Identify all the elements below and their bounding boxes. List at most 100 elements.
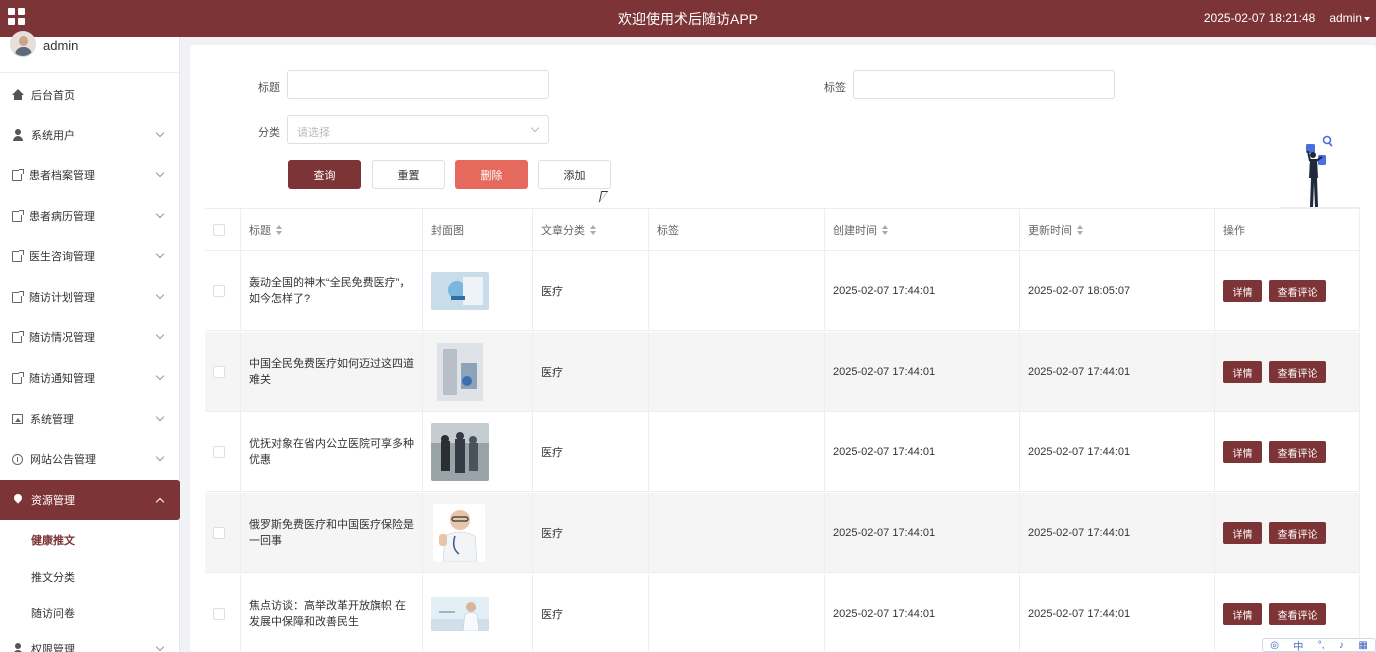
category-select[interactable]: 请选择	[287, 115, 549, 144]
sidebar-item-permissions[interactable]: 权限管理	[0, 629, 180, 652]
ime-punctuation-icon: °,	[1317, 639, 1325, 651]
tag-filter-label: 标签	[824, 82, 846, 94]
row-checkbox[interactable]	[213, 527, 225, 539]
tag-filter-input[interactable]	[853, 70, 1115, 99]
row-actions: 详情 查看评论	[1215, 412, 1360, 492]
chevron-down-icon	[155, 412, 165, 422]
column-header-created[interactable]: 创建时间	[825, 209, 1020, 251]
row-cover-cell	[423, 412, 533, 492]
row-actions: 详情 查看评论	[1215, 332, 1360, 412]
sidebar-subitem-article-categories[interactable]: 推文分类	[31, 569, 75, 585]
sidebar-item-system-manage[interactable]: 系统管理	[0, 399, 180, 439]
app-title: 欢迎使用术后随访APP	[617, 11, 758, 27]
sidebar-subitem-health-articles[interactable]: 健康推文	[31, 532, 75, 548]
select-all-checkbox[interactable]	[213, 224, 225, 236]
row-cover-cell	[423, 251, 533, 331]
row-checkbox[interactable]	[213, 366, 225, 378]
sidebar-user: admin	[0, 31, 179, 73]
sort-icon	[1077, 225, 1083, 235]
add-button[interactable]: 添加	[538, 160, 611, 189]
document-icon	[12, 371, 24, 384]
row-title: 优抚对象在省内公立医院可享多种优惠	[241, 412, 423, 492]
cover-image	[433, 504, 485, 562]
detail-button[interactable]: 详情	[1223, 441, 1262, 463]
view-comments-button[interactable]: 查看评论	[1269, 522, 1326, 544]
row-select-cell	[205, 574, 241, 652]
detail-button[interactable]: 详情	[1223, 522, 1262, 544]
top-bar: 欢迎使用术后随访APP 2025-02-07 18:21:48 admin	[0, 0, 1376, 37]
view-comments-button[interactable]: 查看评论	[1269, 280, 1326, 302]
sidebar-item-label: 患者病历管理	[29, 211, 95, 223]
row-title: 轰动全国的神木“全民免费医疗”，如今怎样了?	[241, 251, 423, 331]
detail-button[interactable]: 详情	[1223, 280, 1262, 302]
row-created: 2025-02-07 17:44:01	[825, 412, 1020, 492]
sidebar-item-label: 随访情况管理	[29, 332, 95, 344]
row-tags	[649, 251, 825, 331]
row-checkbox[interactable]	[213, 285, 225, 297]
sidebar-item-home[interactable]: 后台首页	[0, 75, 180, 115]
caret-down-icon	[1364, 16, 1370, 21]
image-icon	[12, 414, 23, 424]
cover-image	[431, 597, 489, 631]
person-search-illustration-icon	[1280, 135, 1360, 209]
sidebar-item-followup-notice[interactable]: 随访通知管理	[0, 358, 180, 398]
sidebar-subitem-questionnaires[interactable]: 随访问卷	[31, 605, 75, 621]
user-menu[interactable]: admin	[1329, 11, 1370, 25]
sidebar-item-followup-status[interactable]: 随访情况管理	[0, 317, 180, 357]
chevron-down-icon	[155, 371, 165, 381]
row-cover-cell	[423, 493, 533, 573]
row-checkbox[interactable]	[213, 608, 225, 620]
chevron-up-icon	[155, 497, 165, 507]
column-header-label: 标签	[657, 225, 679, 237]
main-panel: 标题 标签 分类 请选择 查询 重置 删除 添加 标题 封面图 文章分类 标签 …	[190, 45, 1376, 652]
chevron-down-icon	[155, 168, 165, 178]
detail-button[interactable]: 详情	[1223, 361, 1262, 383]
view-comments-button[interactable]: 查看评论	[1269, 361, 1326, 383]
row-checkbox[interactable]	[213, 446, 225, 458]
delete-button[interactable]: 删除	[455, 160, 528, 189]
ime-grid-icon: ▦	[1358, 639, 1368, 651]
row-updated: 2025-02-07 18:05:07	[1020, 251, 1215, 331]
column-header-updated[interactable]: 更新时间	[1020, 209, 1215, 251]
ime-language[interactable]: 中	[1293, 638, 1303, 652]
sidebar-item-system-users[interactable]: 系统用户	[0, 115, 180, 155]
view-comments-button[interactable]: 查看评论	[1269, 603, 1326, 625]
document-icon	[12, 290, 24, 303]
row-category: 医疗	[533, 412, 649, 492]
search-button[interactable]: 查询	[288, 160, 361, 189]
title-filter-input[interactable]	[287, 70, 549, 99]
column-header-title[interactable]: 标题	[241, 209, 423, 251]
avatar	[10, 31, 36, 57]
sidebar-item-announcements[interactable]: 网站公告管理	[0, 439, 180, 479]
sidebar-item-label: 患者档案管理	[29, 170, 95, 182]
chevron-down-icon	[530, 123, 540, 133]
row-select-cell	[205, 332, 241, 412]
chevron-down-icon	[155, 290, 165, 300]
row-created: 2025-02-07 17:44:01	[825, 332, 1020, 412]
sidebar-item-patient-records[interactable]: 患者档案管理	[0, 155, 180, 195]
column-header-category[interactable]: 文章分类	[533, 209, 649, 251]
table-row: 优抚对象在省内公立医院可享多种优惠 医疗 2025-02-07 17:44:01…	[205, 412, 1360, 492]
sidebar-item-medical-history[interactable]: 患者病历管理	[0, 196, 180, 236]
category-filter-label: 分类	[258, 127, 280, 139]
row-updated: 2025-02-07 17:44:01	[1020, 574, 1215, 652]
select-all-cell	[205, 209, 241, 251]
row-select-cell	[205, 412, 241, 492]
microphone-icon: ♪	[1338, 639, 1344, 651]
sort-icon	[590, 225, 596, 235]
column-header-label: 文章分类	[541, 225, 585, 237]
sidebar-item-label: 系统管理	[30, 414, 74, 426]
sidebar-item-resources[interactable]: 资源管理	[0, 480, 180, 520]
detail-button[interactable]: 详情	[1223, 603, 1262, 625]
column-header-label: 操作	[1223, 225, 1245, 237]
row-created: 2025-02-07 17:44:01	[825, 574, 1020, 652]
column-header-tags: 标签	[649, 209, 825, 251]
location-pin-icon	[12, 494, 24, 506]
ime-toolbar[interactable]: ◎ 中 °, ♪ ▦	[1262, 638, 1376, 652]
view-comments-button[interactable]: 查看评论	[1269, 441, 1326, 463]
cover-image	[431, 423, 489, 481]
reset-button[interactable]: 重置	[372, 160, 445, 189]
column-header-label: 标题	[249, 225, 271, 237]
sidebar-item-doctor-consult[interactable]: 医生咨询管理	[0, 236, 180, 276]
sidebar-item-followup-plan[interactable]: 随访计划管理	[0, 277, 180, 317]
